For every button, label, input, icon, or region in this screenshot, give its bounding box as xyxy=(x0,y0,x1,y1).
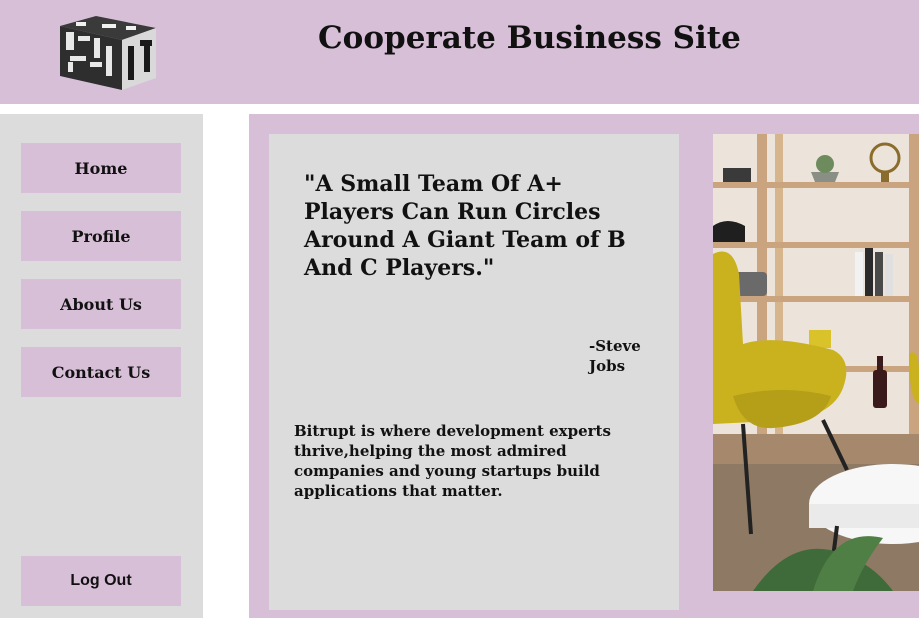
main-content: "A Small Team Of A+ Players Can Run Circ… xyxy=(249,114,919,618)
sidebar-item-contact-us[interactable]: Contact Us xyxy=(21,347,181,397)
logout-label: Log Out xyxy=(70,572,132,589)
sidebar-item-label: Profile xyxy=(71,226,131,246)
quote-author: -Steve Jobs xyxy=(589,337,641,375)
office-interior-photo xyxy=(713,134,919,591)
about-text: Bitrupt is where development experts thr… xyxy=(294,422,611,500)
sidebar-item-about-us[interactable]: About Us xyxy=(21,279,181,329)
logout-button[interactable]: Log Out xyxy=(21,556,181,606)
quote-text: "A Small Team Of A+ Players Can Run Circ… xyxy=(304,171,626,281)
sidebar: Home Profile About Us Contact Us Log Out xyxy=(0,114,203,618)
sidebar-item-label: Home xyxy=(74,158,128,178)
header: Cooperate Business Site xyxy=(0,0,919,104)
page-title: Cooperate Business Site xyxy=(318,20,741,56)
sidebar-item-label: About Us xyxy=(60,294,142,314)
sidebar-item-profile[interactable]: Profile xyxy=(21,211,181,261)
quote-card: "A Small Team Of A+ Players Can Run Circ… xyxy=(269,134,679,610)
sidebar-item-home[interactable]: Home xyxy=(21,143,181,193)
sidebar-item-label: Contact Us xyxy=(51,362,151,382)
cube-logo-icon[interactable] xyxy=(56,12,162,92)
